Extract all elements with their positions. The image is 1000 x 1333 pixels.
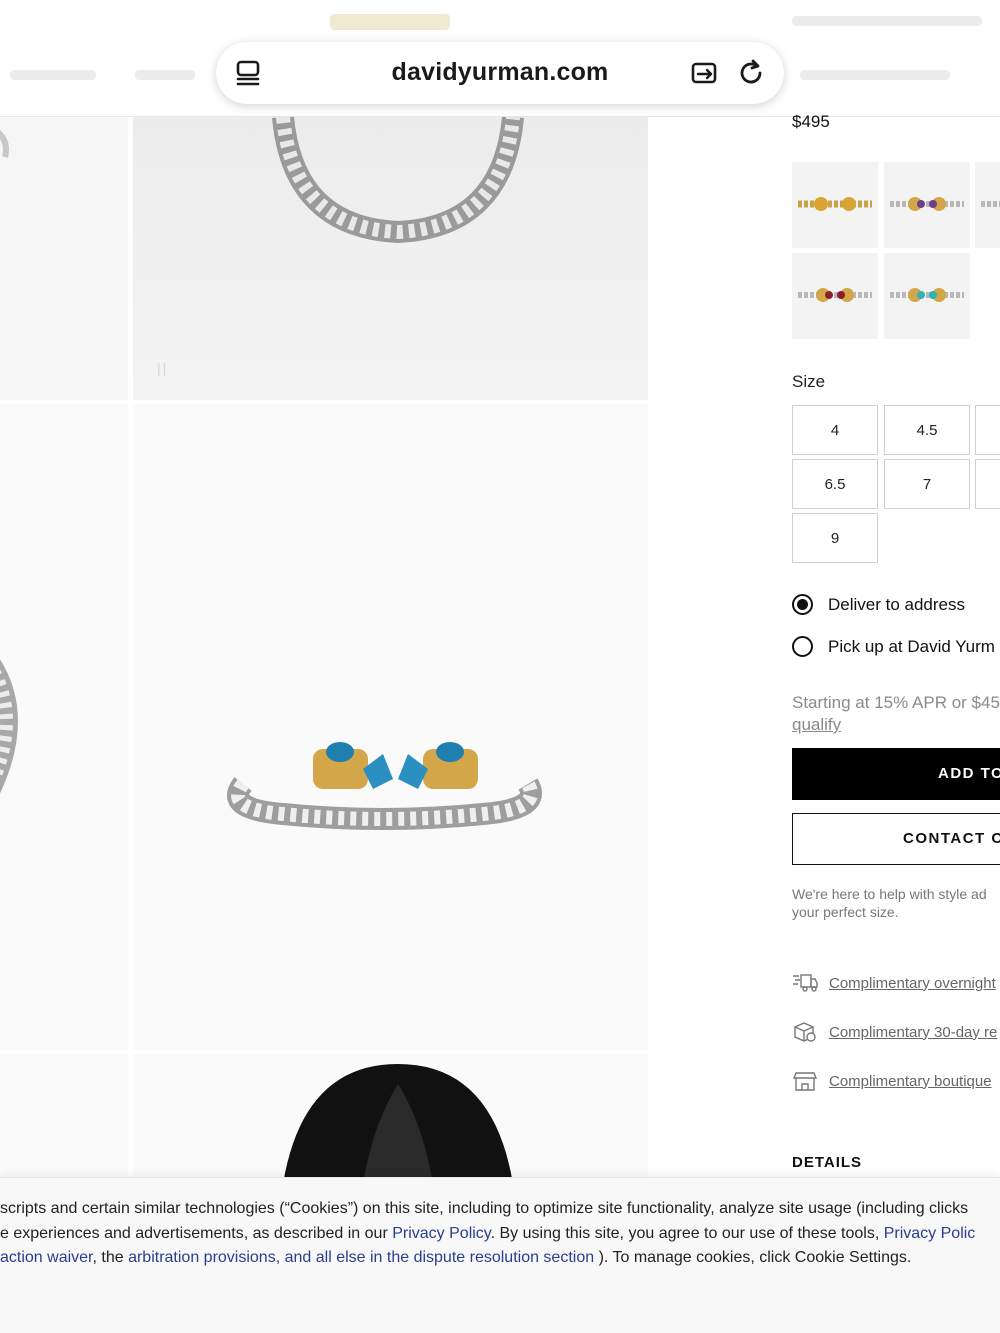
contact-button[interactable]: CONTACT C xyxy=(792,813,1000,865)
cookie-text-3a: , the xyxy=(92,1249,129,1266)
share-tab-icon[interactable] xyxy=(689,57,721,89)
perk-overnight-text[interactable]: Complimentary overnight xyxy=(829,975,996,992)
size-option-6-5[interactable]: 6.5 xyxy=(792,459,878,509)
class-action-waiver-link[interactable]: action waiver xyxy=(0,1249,93,1266)
header-ghost-logo xyxy=(330,14,450,30)
perk-boutique-text[interactable]: Complimentary boutique xyxy=(829,1073,992,1090)
size-option-4[interactable]: 4 xyxy=(792,405,878,455)
deliver-option[interactable]: Deliver to address xyxy=(792,594,965,615)
gallery-image-left-top[interactable] xyxy=(0,117,128,400)
cookie-line-1: scripts and certain similar technologies… xyxy=(0,1198,968,1220)
pickup-label: Pick up at David Yurm xyxy=(828,636,995,656)
cookie-text-1: scripts and certain similar technologies… xyxy=(0,1200,969,1217)
perk-returns[interactable]: Complimentary 30-day re xyxy=(792,1021,997,1043)
add-to-bag-button[interactable]: ADD TO xyxy=(792,748,1000,800)
financing-text: Starting at 15% APR or $45 xyxy=(792,693,1000,712)
size-option-partial-1[interactable] xyxy=(975,405,1000,455)
reload-icon[interactable] xyxy=(735,57,767,89)
size-label: Size xyxy=(792,372,826,391)
product-price: $495 xyxy=(792,112,830,131)
swatch-partial[interactable] xyxy=(975,162,1000,248)
store-icon xyxy=(792,1072,818,1091)
help-line-2: your perfect size. xyxy=(792,904,899,920)
size-option-7[interactable]: 7 xyxy=(884,459,970,509)
gallery-image-left-middle[interactable] xyxy=(0,404,128,1050)
header-ghost-nav-3 xyxy=(800,70,950,80)
video-pause-icon[interactable]: || xyxy=(157,360,168,376)
header-ghost-account xyxy=(792,16,982,26)
cookie-text-2b: . By using this site, you agree to our u… xyxy=(490,1225,884,1242)
gallery-image-main-middle[interactable] xyxy=(133,404,648,1050)
bracelet-side-image xyxy=(0,659,18,794)
size-option-partial-2[interactable] xyxy=(975,459,1000,509)
size-option-4-5[interactable]: 4.5 xyxy=(884,405,970,455)
cookie-line-2: e experiences and advertisements, as des… xyxy=(0,1223,975,1245)
perk-overnight-shipping[interactable]: Complimentary overnight xyxy=(792,972,996,994)
bracelet-closeup-image xyxy=(272,117,524,244)
pickup-option[interactable]: Pick up at David Yurm xyxy=(792,636,995,657)
privacy-policy-link-2[interactable]: Privacy Polic xyxy=(884,1225,976,1242)
cookie-text-3b: ). To manage cookies, click Cookie Setti… xyxy=(594,1249,912,1266)
gallery-image-left-bottom[interactable] xyxy=(0,1054,128,1184)
ring-edge-image xyxy=(0,130,9,158)
gallery-image-main-bottom[interactable] xyxy=(133,1054,648,1184)
browser-url-bar[interactable]: davidyurman.com xyxy=(216,42,784,104)
header-ghost-nav-1 xyxy=(10,70,96,80)
swatch-turquoise[interactable] xyxy=(884,253,970,339)
privacy-policy-link[interactable]: Privacy Policy xyxy=(392,1225,490,1242)
gift-box-icon xyxy=(793,1022,816,1042)
swatch-amethyst[interactable] xyxy=(884,162,970,248)
cookie-text-2a: e experiences and advertisements, as des… xyxy=(0,1225,393,1242)
perk-boutique[interactable]: Complimentary boutique xyxy=(792,1070,992,1092)
size-option-9[interactable]: 9 xyxy=(792,513,878,563)
deliver-label: Deliver to address xyxy=(828,594,966,614)
header-ghost-nav-2 xyxy=(135,70,195,80)
deliver-radio[interactable] xyxy=(792,594,813,615)
pickup-radio[interactable] xyxy=(792,636,813,657)
bracelet-topaz-image xyxy=(227,742,542,830)
delivery-truck-icon xyxy=(793,974,818,992)
perk-returns-text[interactable]: Complimentary 30-day re xyxy=(829,1024,997,1041)
cookie-line-3: action waiver, the arbitration provision… xyxy=(0,1247,911,1269)
financing-info: Starting at 15% APR or $45 qualify xyxy=(792,692,1000,736)
gallery-image-main-top[interactable]: || xyxy=(133,117,648,400)
help-line-1: We're here to help with style ad xyxy=(792,886,987,902)
details-heading[interactable]: DETAILS xyxy=(792,1154,862,1171)
cookie-banner: scripts and certain similar technologies… xyxy=(0,1177,1000,1333)
help-text: We're here to help with style ad your pe… xyxy=(792,885,987,921)
swatch-citrine[interactable] xyxy=(792,162,878,248)
model-portrait-image xyxy=(283,1064,513,1184)
swatch-garnet[interactable] xyxy=(792,253,878,339)
financing-qualify-link[interactable]: qualify xyxy=(792,714,1000,736)
arbitration-link[interactable]: arbitration provisions, and all else in … xyxy=(128,1249,594,1266)
